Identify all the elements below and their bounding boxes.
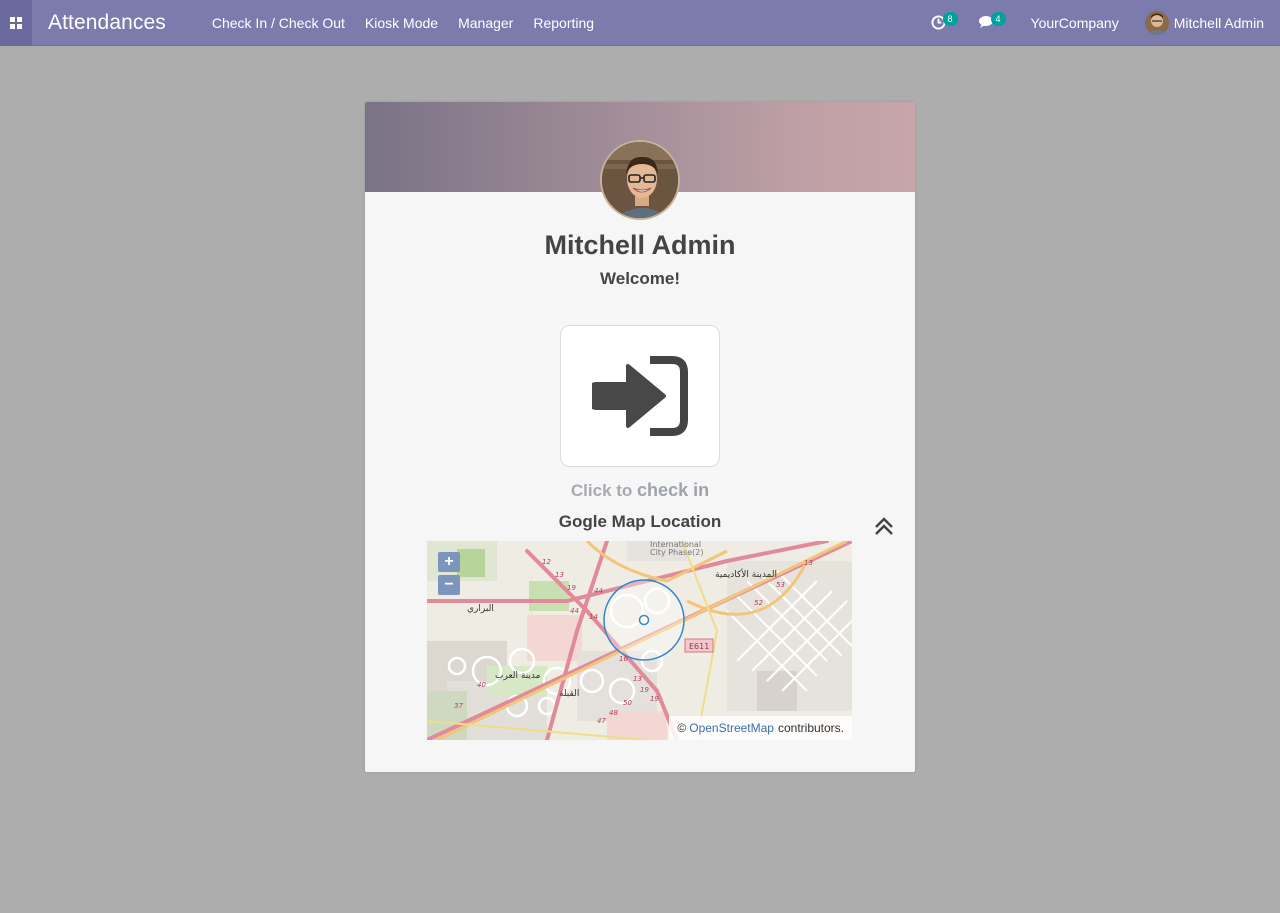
app-title[interactable]: Attendances <box>48 11 166 35</box>
menu-reporting[interactable]: Reporting <box>533 15 594 31</box>
grid-icon <box>10 16 22 29</box>
attribution-prefix: © <box>677 721 687 735</box>
activity-count-badge: 8 <box>942 12 958 26</box>
map-road-number: 13 <box>555 571 564 579</box>
map-road-number: 52 <box>754 599 763 607</box>
attendance-card: Mitchell Admin Welcome! Click to check i… <box>365 102 915 772</box>
map-road-number: 50 <box>623 699 632 707</box>
map-label-city-phase: City Phase(2) <box>650 548 703 557</box>
user-menu[interactable]: Mitchell Admin <box>1144 11 1264 35</box>
map-road-number: 44 <box>570 607 579 615</box>
map-road-number: 47 <box>597 717 606 725</box>
map-tiles[interactable]: International City Phase(2) المدينة الأك… <box>427 541 852 740</box>
map-label-barari: البراري <box>467 604 494 614</box>
map-road-number: 14 <box>589 613 598 621</box>
messages-count-badge: 4 <box>990 12 1006 26</box>
menu-check-in-out[interactable]: Check In / Check Out <box>212 15 345 31</box>
map-road-number: 37 <box>454 702 463 710</box>
user-name: Mitchell Admin <box>1173 15 1264 31</box>
messages-menu[interactable]: 4 <box>978 12 1006 34</box>
map-road-number: 53 <box>776 581 785 589</box>
employee-avatar <box>600 140 680 220</box>
attribution-suffix: contributors. <box>777 721 844 735</box>
check-in-hint-prefix: Click to <box>570 481 633 500</box>
sign-in-icon <box>592 356 688 436</box>
map-label-academic-city: المدينة الأكاديمية <box>715 568 777 580</box>
map-road-number: 16 <box>619 655 628 663</box>
map-road-number: 13 <box>633 675 642 683</box>
check-in-button[interactable] <box>560 325 720 467</box>
avatar <box>1144 11 1169 35</box>
openstreetmap-link[interactable]: OpenStreetMap <box>689 721 774 735</box>
systray: 8 4 YourCompany Mitchell Admin <box>930 0 1280 46</box>
check-in-hint: Click to check in <box>365 480 915 501</box>
collapse-toggle[interactable] <box>873 516 897 538</box>
activity-menu[interactable]: 8 <box>930 12 958 34</box>
map-road-number: 40 <box>477 681 486 689</box>
map-road-number: 12 <box>542 558 551 566</box>
map-road-number: 19 <box>567 584 576 592</box>
map-label-e611: E611 <box>689 642 709 651</box>
map-road-number: 44 <box>594 587 603 595</box>
menu-kiosk-mode[interactable]: Kiosk Mode <box>365 15 438 31</box>
map-road-number: 13 <box>804 559 813 567</box>
location-map[interactable]: International City Phase(2) المدينة الأك… <box>427 541 852 740</box>
double-chevron-up-icon <box>875 517 893 535</box>
menu-manager[interactable]: Manager <box>458 15 513 31</box>
map-road-number: 19 <box>640 686 649 694</box>
apps-menu-button[interactable] <box>0 0 32 46</box>
greeting: Welcome! <box>600 269 680 288</box>
map-label-arab-city: مدينة العرب <box>495 671 541 681</box>
employee-name: Mitchell Admin <box>544 230 736 260</box>
top-navbar: Attendances Check In / Check Out Kiosk M… <box>0 0 1280 46</box>
map-zoom-in-button[interactable]: + <box>438 552 460 572</box>
company-switcher[interactable]: YourCompany <box>1031 15 1119 31</box>
map-title: Gogle Map Location <box>558 512 722 531</box>
map-road-number: 19 <box>650 695 659 703</box>
map-zoom-out-button[interactable]: − <box>438 575 460 595</box>
map-attribution: © OpenStreetMap contributors. <box>669 716 852 740</box>
map-label-qibla: القبلة <box>559 689 579 699</box>
map-road-number: 48 <box>609 709 618 717</box>
check-in-hint-action: check in <box>637 480 710 500</box>
